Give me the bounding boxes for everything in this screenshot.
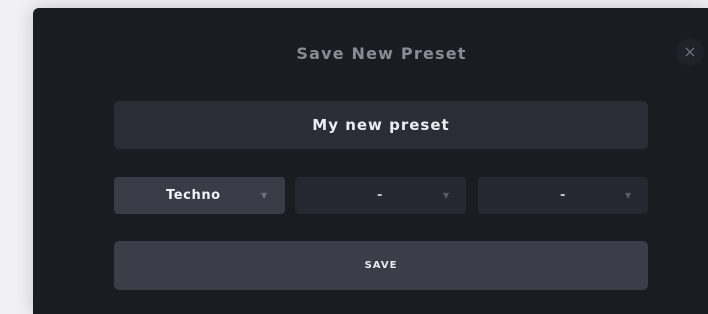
tertiary-select[interactable]: - ▼ [478, 177, 648, 214]
genre-select[interactable]: Techno ▼ [114, 177, 285, 214]
caret-down-icon: ▼ [443, 191, 450, 200]
dialog-title: Save New Preset [296, 44, 467, 63]
secondary-select-value: - [377, 188, 383, 203]
preset-name-input[interactable] [114, 101, 648, 149]
genre-select-value: Techno [166, 188, 221, 203]
close-icon: × [683, 42, 697, 61]
save-button[interactable]: SAVE [114, 241, 648, 290]
caret-down-icon: ▼ [261, 191, 268, 200]
tertiary-select-value: - [560, 188, 566, 203]
caret-down-icon: ▼ [625, 191, 632, 200]
secondary-select[interactable]: - ▼ [295, 177, 466, 214]
close-button[interactable]: × [676, 38, 704, 66]
save-preset-dialog: Save New Preset × Techno ▼ - ▼ - ▼ SAVE [33, 8, 708, 314]
